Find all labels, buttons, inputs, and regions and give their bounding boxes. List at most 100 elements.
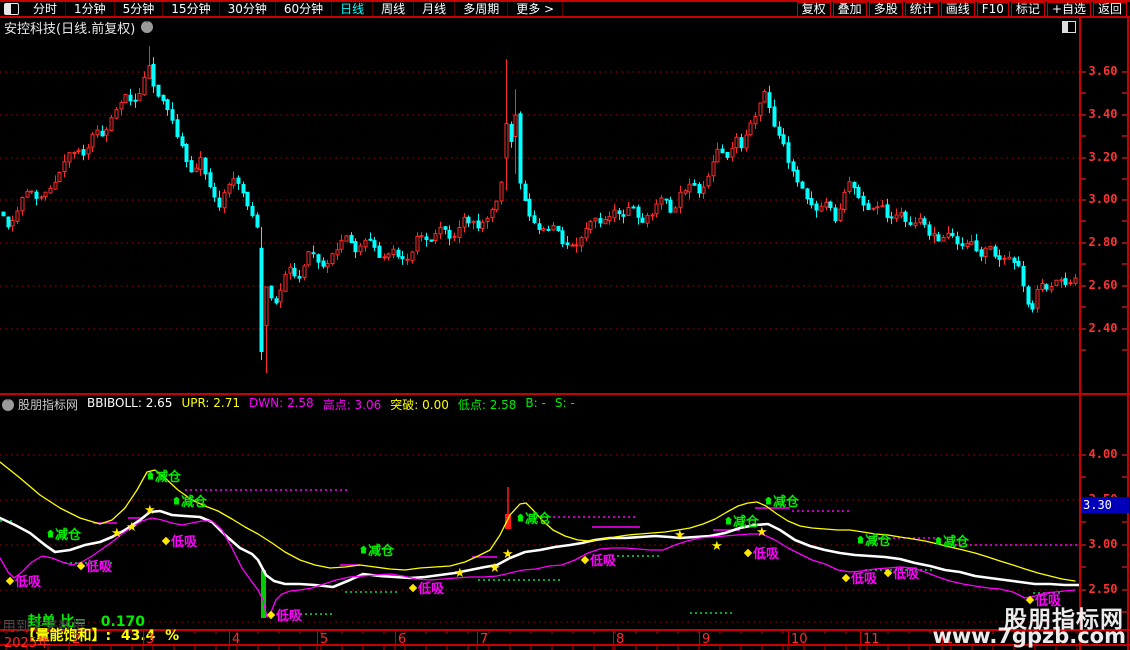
signal-reduce-position: 减仓 (360, 540, 394, 559)
price-tick-3.60: 3.60 (1082, 64, 1124, 78)
diamond-icon (6, 576, 14, 584)
toolbar-button-f10[interactable]: F10 (977, 2, 1009, 17)
diamond-icon (842, 573, 850, 581)
toolbar-button-stats[interactable]: 统计 (905, 2, 939, 17)
toolbar-button-overlay[interactable]: 叠加 (833, 2, 867, 17)
menu-item-time-sharing[interactable]: 分时 (25, 2, 66, 16)
indicator-tick-2.50: 2.50 (1082, 582, 1124, 596)
tool-menu: 复权叠加多股统计画线F10标记+自选返回 (796, 2, 1128, 17)
time-axis-month-3: 3 (146, 632, 154, 647)
menu-item-monthly[interactable]: 月线 (414, 2, 455, 16)
price-tick-3.20: 3.20 (1082, 150, 1124, 164)
house-icon (517, 514, 524, 522)
menu-item-15min[interactable]: 15分钟 (163, 2, 219, 16)
indicator-header-item-5: 突破: 0.00 (390, 396, 449, 413)
house-icon (47, 530, 54, 538)
house-icon (765, 497, 772, 505)
month-separator (788, 630, 789, 645)
indicator-values: 股朋指标网BBIBOLL: 2.65UPR: 2.71DWN: 2.58高点: … (18, 396, 584, 413)
indicator-header-item-7: B: - (525, 396, 545, 413)
signal-low-absorb: 低吸 (163, 531, 197, 550)
star-signal-icon: ★ (144, 506, 156, 516)
pane-divider-line (0, 393, 1130, 395)
signal-low-absorb: 低吸 (843, 568, 877, 587)
pane-window-icon[interactable] (1062, 21, 1076, 33)
stock-title: 安控科技(日线.前复权) (4, 18, 135, 37)
toolbar-button-draw-line[interactable]: 画线 (941, 2, 975, 17)
month-separator (69, 630, 70, 645)
menu-item-60min[interactable]: 60分钟 (276, 2, 332, 16)
star-signal-icon: ★ (454, 569, 466, 579)
price-tick-3.00: 3.00 (1082, 192, 1124, 206)
indicator-header-item-6: 低点: 2.58 (458, 396, 517, 413)
indicator-header-item-0: 股朋指标网 (18, 396, 78, 413)
time-axis-month-6: 6 (398, 632, 406, 647)
diamond-icon (162, 536, 170, 544)
menu-item-5min[interactable]: 5分钟 (115, 2, 164, 16)
menu-item-multi-period[interactable]: 多周期 (455, 2, 508, 16)
signal-low-absorb: 低吸 (582, 550, 616, 569)
month-separator (699, 630, 700, 645)
indicator-header-item-2: UPR: 2.71 (181, 396, 240, 413)
signal-reduce-position: 减仓 (725, 511, 759, 530)
menu-item-30min[interactable]: 30分钟 (220, 2, 276, 16)
star-signal-icon: ★ (126, 523, 138, 533)
price-tick-2.60: 2.60 (1082, 278, 1124, 292)
signal-reduce-position: 减仓 (47, 524, 81, 543)
signal-low-absorb: 低吸 (268, 605, 302, 624)
watermark-site-url: www.7gpzb.com (932, 624, 1126, 648)
diamond-icon (267, 610, 275, 618)
chevron-down-icon[interactable]: ˇ (141, 21, 153, 33)
window-icon[interactable] (4, 3, 19, 15)
star-signal-icon: ★ (502, 550, 514, 560)
toolbar-button-back[interactable]: 返回 (1093, 2, 1127, 17)
house-icon (857, 536, 864, 544)
star-signal-icon: ★ (711, 542, 723, 552)
indicator-header-item-8: S: - (555, 396, 575, 413)
star-signal-icon: ★ (111, 529, 123, 539)
month-separator (395, 630, 396, 645)
time-axis-month-5: 5 (320, 632, 328, 647)
chart-canvas[interactable] (0, 0, 1130, 650)
time-axis-month-9: 9 (702, 632, 710, 647)
house-icon (147, 472, 154, 480)
price-tick-3.40: 3.40 (1082, 107, 1124, 121)
indicator-header-item-3: DWN: 2.58 (249, 396, 314, 413)
diamond-icon (77, 561, 85, 569)
menu-item-weekly[interactable]: 周线 (373, 2, 414, 16)
toolbar-button-adjust[interactable]: 复权 (797, 2, 831, 17)
axis-divider-line (1079, 18, 1081, 650)
diamond-icon (409, 583, 417, 591)
signal-low-absorb: 低吸 (745, 543, 779, 562)
menu-item-daily[interactable]: 日线 (332, 2, 373, 16)
signal-low-absorb: 低吸 (410, 578, 444, 597)
indicator-chevron-icon[interactable]: ˇ (2, 399, 14, 411)
time-axis-year: 2025年 (4, 632, 50, 650)
indicator-header: ˇ 股朋指标网BBIBOLL: 2.65UPR: 2.71DWN: 2.58高点… (0, 397, 584, 412)
toolbar-button-mark[interactable]: 标记 (1011, 2, 1045, 17)
diamond-icon (581, 555, 589, 563)
month-separator (143, 630, 144, 645)
signal-reduce-position: 减仓 (765, 491, 799, 510)
house-icon (935, 537, 942, 545)
signal-reduce-position: 减仓 (935, 531, 969, 550)
diamond-icon (744, 548, 752, 556)
time-axis-month-2: 2 (72, 632, 80, 647)
current-value-box: 3.30 (1081, 497, 1129, 513)
period-menu: 分时1分钟5分钟15分钟30分钟60分钟日线周线月线多周期更多 > (25, 2, 563, 16)
month-separator (613, 630, 614, 645)
chart-title-bar: 安控科技(日线.前复权) ˇ (0, 19, 1076, 35)
toolbar-button-multi-stock[interactable]: 多股 (869, 2, 903, 17)
menu-item-1min[interactable]: 1分钟 (66, 2, 115, 16)
signal-low-absorb: 低吸 (7, 571, 41, 590)
indicator-header-item-1: BBIBOLL: 2.65 (87, 396, 172, 413)
star-signal-icon: ★ (489, 564, 501, 574)
house-icon (360, 546, 367, 554)
signal-reduce-position: 减仓 (857, 530, 891, 549)
indicator-tick-4.00: 4.00 (1082, 447, 1124, 461)
house-icon (725, 517, 732, 525)
price-tick-2.40: 2.40 (1082, 321, 1124, 335)
signal-low-absorb: 低吸 (885, 563, 919, 582)
menu-item-more[interactable]: 更多 > (508, 2, 563, 16)
toolbar-button-add-watchlist[interactable]: +自选 (1047, 2, 1091, 17)
